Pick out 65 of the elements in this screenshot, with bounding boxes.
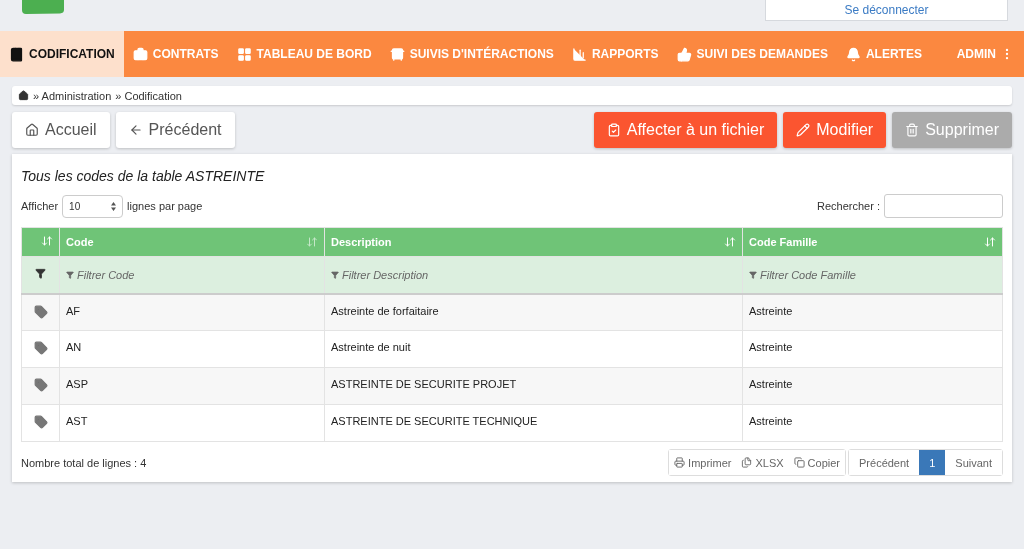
updown-icon bbox=[111, 201, 117, 211]
action-button[interactable]: Affecter à un fichier bbox=[593, 112, 778, 148]
trash-icon bbox=[905, 123, 920, 137]
table-cell: Astreinte bbox=[749, 341, 793, 353]
bell-icon bbox=[845, 46, 861, 62]
tag-icon[interactable] bbox=[33, 304, 48, 319]
filter-field[interactable]: Filtrer Code Famille bbox=[749, 268, 856, 281]
nav-item[interactable]: ALERTES bbox=[836, 31, 931, 77]
logo-icon bbox=[20, 0, 66, 14]
copy-icon bbox=[793, 457, 805, 468]
page-size-select[interactable]: 10 bbox=[62, 194, 124, 218]
table-cell: AF bbox=[66, 304, 81, 317]
clipboard-icon bbox=[606, 123, 621, 137]
table-cell: Astreinte de nuit bbox=[331, 341, 411, 353]
search-label: Rechercher : bbox=[817, 200, 880, 212]
files-icon bbox=[741, 457, 753, 468]
search-field[interactable] bbox=[884, 194, 1003, 218]
table-cell: ASTREINTE DE SECURITE PROJET bbox=[331, 378, 517, 390]
pagination-button[interactable]: 1 bbox=[919, 450, 946, 475]
arrow-left-icon bbox=[128, 123, 143, 137]
filter-icon bbox=[331, 270, 339, 279]
briefcase-icon bbox=[132, 46, 148, 62]
row-count: Nombre total de lignes : 4 bbox=[21, 456, 147, 469]
breadcrumb-link[interactable]: » Administration bbox=[33, 89, 112, 102]
card-title: Tous les codes de la table ASTREINTE bbox=[21, 168, 266, 184]
show-label: Afficher bbox=[21, 200, 59, 212]
logout-link[interactable]: Se déconnecter bbox=[765, 0, 1008, 21]
book-icon bbox=[9, 46, 24, 62]
grid-icon bbox=[236, 46, 252, 62]
tag-icon[interactable] bbox=[33, 415, 48, 429]
breadcrumb-link[interactable]: » Codification bbox=[115, 89, 182, 102]
table-cell: Astreinte bbox=[749, 378, 793, 390]
pencil-icon bbox=[796, 123, 811, 137]
tag-icon[interactable] bbox=[33, 378, 48, 392]
tag-icon[interactable] bbox=[33, 341, 48, 355]
sort-icon[interactable] bbox=[724, 236, 736, 248]
home-icon bbox=[25, 123, 39, 137]
nav-item[interactable]: TABLEAU DE BORD bbox=[227, 31, 381, 77]
printer-icon bbox=[674, 457, 686, 468]
action-button[interactable]: Modifier bbox=[783, 112, 887, 148]
nav-button[interactable]: Précédent bbox=[115, 112, 235, 148]
home-icon bbox=[18, 90, 29, 101]
filter-icon[interactable] bbox=[35, 268, 46, 280]
table-cell: Astreinte bbox=[749, 415, 793, 427]
filter-field[interactable]: Filtrer Code bbox=[66, 268, 135, 281]
user-menu[interactable]: ADMIN bbox=[946, 31, 1024, 77]
table-cell: AN bbox=[66, 341, 82, 353]
nav-item[interactable]: SUIVI DES DEMANDES bbox=[667, 31, 837, 77]
nav-button[interactable]: Accueil bbox=[12, 112, 110, 148]
nav-item[interactable]: SUIVIS D'INTÉRACTIONS bbox=[380, 31, 563, 77]
table-cell: Astreinte bbox=[749, 304, 793, 317]
nav-item[interactable]: CODIFICATION bbox=[0, 31, 124, 77]
per-page-label: lignes par page bbox=[127, 200, 203, 212]
sort-icon[interactable] bbox=[984, 236, 996, 248]
filter-icon bbox=[66, 270, 74, 279]
table-cell: ASP bbox=[66, 378, 88, 390]
table-cell: ASTREINTE DE SECURITE TECHNIQUE bbox=[331, 415, 538, 427]
nav-item[interactable]: CONTRATS bbox=[123, 31, 228, 77]
filter-icon bbox=[749, 270, 757, 279]
sort-icon[interactable] bbox=[41, 235, 53, 247]
thumbs-icon bbox=[676, 46, 692, 62]
filter-field[interactable]: Filtrer Description bbox=[331, 268, 429, 281]
nav-item[interactable]: RAPPORTS bbox=[562, 31, 668, 77]
table-cell: AST bbox=[66, 415, 88, 427]
table-cell: Astreinte de forfaitaire bbox=[331, 304, 439, 317]
